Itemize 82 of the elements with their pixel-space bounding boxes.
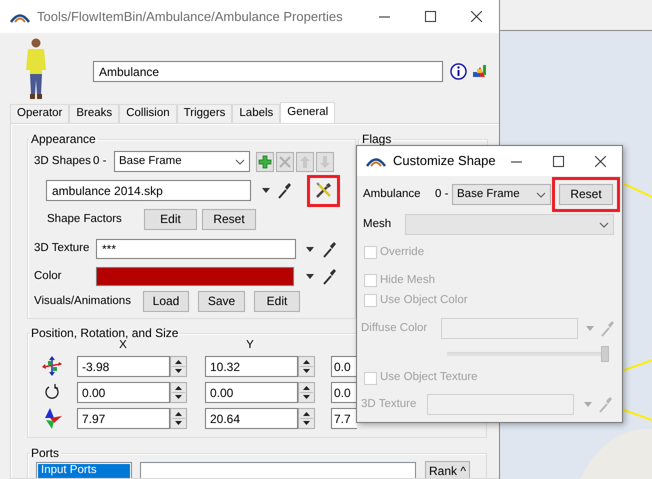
spin-button[interactable] [298, 408, 315, 429]
group-title: Position, Rotation, and Size [30, 327, 180, 339]
reset-button[interactable]: Reset [559, 184, 613, 205]
up-arrow-icon [298, 154, 312, 168]
field-label: 3D Texture [361, 398, 418, 412]
chevron-icon [536, 192, 546, 198]
tab[interactable]: Labels [232, 104, 280, 122]
add-button[interactable] [256, 152, 274, 172]
model-shape-drawing [580, 429, 652, 479]
group-title: Flags [361, 133, 392, 145]
scale-arrows-icon [42, 408, 62, 429]
tool-icon [315, 182, 332, 199]
eyedropper-icon[interactable] [322, 268, 336, 285]
move-arrows-icon [42, 356, 62, 377]
number-field[interactable]: -3.98 [77, 356, 170, 377]
caret-icon[interactable] [262, 188, 270, 193]
column-header: Y [245, 339, 255, 353]
tab[interactable]: General [280, 102, 336, 122]
window-title: Tools/FlowItemBin/Ambulance/Ambulance Properties [37, 8, 344, 24]
spin-button[interactable] [170, 408, 187, 429]
rank-button[interactable]: Rank ^ [425, 461, 470, 478]
field-label: Ambulance [363, 188, 422, 202]
plus-icon [258, 154, 272, 168]
shape-file-field[interactable]: ambulance 2014.skp [46, 180, 251, 201]
tab[interactable]: Breaks [69, 104, 120, 122]
spin-button[interactable] [170, 356, 187, 377]
tab[interactable]: Operator [10, 104, 70, 122]
group-title: Appearance [30, 133, 97, 145]
spin-button[interactable] [298, 356, 315, 377]
info-icon[interactable] [450, 63, 467, 80]
spin-button[interactable] [170, 382, 187, 403]
load-button[interactable]: Load [143, 291, 189, 312]
list-item[interactable]: Input Ports [38, 464, 130, 478]
name-field[interactable]: Ambulance [93, 61, 443, 82]
shape-dropdown[interactable]: Base Frame [452, 184, 551, 205]
reset-button[interactable]: Reset [202, 209, 256, 230]
field-label: Shape Factors [47, 212, 123, 226]
close-icon[interactable] [595, 156, 606, 166]
checkbox-label: Hide Mesh [380, 274, 435, 288]
index-label: 0 - [435, 188, 450, 202]
x-icon [278, 154, 292, 168]
number-field[interactable]: 7.7 [331, 408, 357, 429]
number-field[interactable]: 0.0 [331, 382, 357, 403]
eyedropper-icon[interactable] [277, 182, 291, 199]
number-field[interactable]: 7.97 [77, 408, 170, 429]
eyedropper-icon[interactable] [322, 240, 336, 258]
color-swatch[interactable] [96, 267, 294, 286]
checkbox-label: Override [380, 246, 424, 260]
field-label: Color [34, 270, 62, 284]
index-label: 0 - [93, 154, 108, 168]
spin-button[interactable] [298, 382, 315, 403]
checkbox-label: Use Object Texture [380, 371, 478, 386]
texture-field[interactable]: *** [96, 239, 296, 259]
number-field[interactable]: 0.00 [205, 382, 298, 403]
window-title: Customize Shape [393, 153, 496, 169]
column-header: X [118, 339, 128, 353]
shape-dropdown[interactable]: Base Frame [114, 151, 250, 172]
field-label: 3D Shapes [34, 154, 92, 168]
tab[interactable]: Collision [119, 104, 177, 122]
maximize-icon[interactable] [553, 156, 564, 166]
field-label: 3D Texture [34, 242, 90, 256]
field-label: Diffuse Color [361, 322, 428, 336]
save-button[interactable]: Save [198, 291, 245, 312]
edit-button[interactable]: Edit [254, 291, 300, 312]
chart-icon[interactable] [472, 63, 488, 79]
chevron-icon [235, 158, 245, 164]
chevron-icon [599, 222, 609, 228]
field-label: Visuals/Animations [34, 294, 132, 308]
caret-icon[interactable] [306, 274, 314, 279]
close-icon[interactable] [470, 11, 482, 22]
checkbox-label: Use Object Color [380, 294, 468, 308]
number-field[interactable]: 20.64 [205, 408, 298, 429]
caret-icon[interactable] [306, 246, 314, 252]
group-title: Ports [30, 447, 60, 459]
number-field[interactable]: 0.00 [77, 382, 170, 403]
number-field[interactable]: 10.32 [205, 356, 298, 377]
field-label: Mesh [363, 218, 392, 232]
maximize-icon[interactable] [424, 11, 436, 22]
down-arrow-icon [318, 154, 332, 168]
edit-button[interactable]: Edit [144, 209, 197, 230]
tab[interactable]: Triggers [176, 104, 232, 122]
number-field[interactable]: 0.0 [331, 356, 357, 377]
